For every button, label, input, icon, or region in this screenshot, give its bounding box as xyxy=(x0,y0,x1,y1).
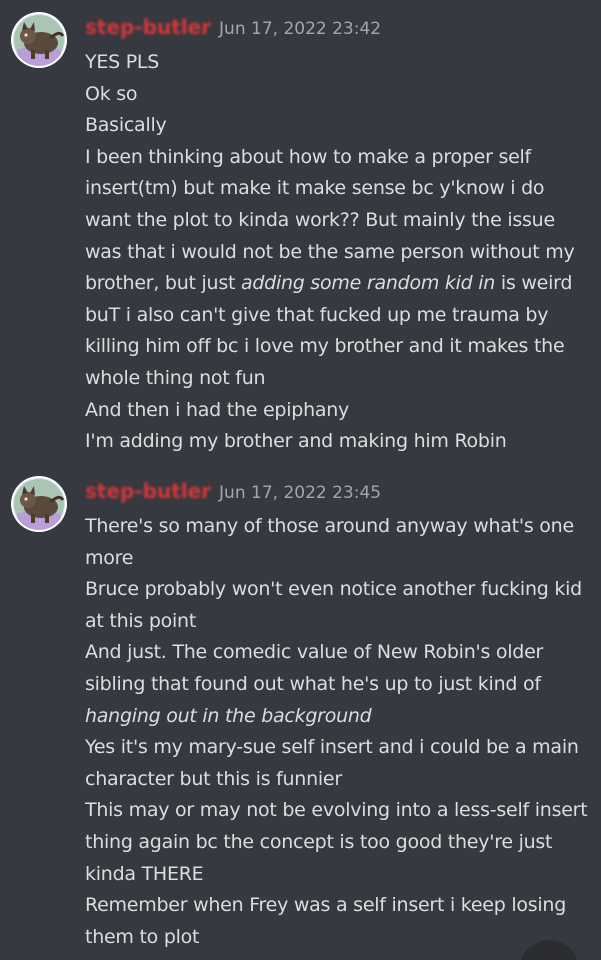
cat-avatar-icon xyxy=(11,476,67,532)
message-line: Remember when Frey was a self insert i k… xyxy=(85,894,567,948)
message-line: Bruce probably won't even notice another… xyxy=(85,578,582,632)
message-line: Basically xyxy=(85,114,167,137)
message-header: step-butler Jun 17, 2022 23:42 xyxy=(85,15,381,47)
message-line: I been thinking about how to make a prop… xyxy=(85,145,575,389)
message-line: This may or may not be evolving into a l… xyxy=(85,799,588,885)
message-lines: There's so many of those around anyway w… xyxy=(85,511,593,953)
message-line: Ok so xyxy=(85,82,138,105)
avatar[interactable] xyxy=(11,12,67,68)
timestamp[interactable]: Jun 17, 2022 23:42 xyxy=(219,19,381,39)
username[interactable]: step-butler xyxy=(85,15,211,39)
message-lines: YES PLS Ok so Basically I been thinking … xyxy=(85,47,593,458)
message-header: step-butler Jun 17, 2022 23:45 xyxy=(85,479,381,511)
message-line: Yes it's my mary-sue self insert and i c… xyxy=(85,736,579,790)
timestamp[interactable]: Jun 17, 2022 23:45 xyxy=(219,483,381,503)
message-line: And just. The comedic value of New Robin… xyxy=(85,641,544,727)
cat-avatar-icon xyxy=(11,12,67,68)
message-line: YES PLS xyxy=(85,51,160,73)
message-line: There's so many of those around anyway w… xyxy=(85,515,574,569)
message-line: And then i had the epiphany xyxy=(85,398,350,421)
message-line: I'm adding my brother and making him Rob… xyxy=(85,430,507,453)
avatar[interactable] xyxy=(11,476,67,532)
username[interactable]: step-butler xyxy=(85,479,211,503)
